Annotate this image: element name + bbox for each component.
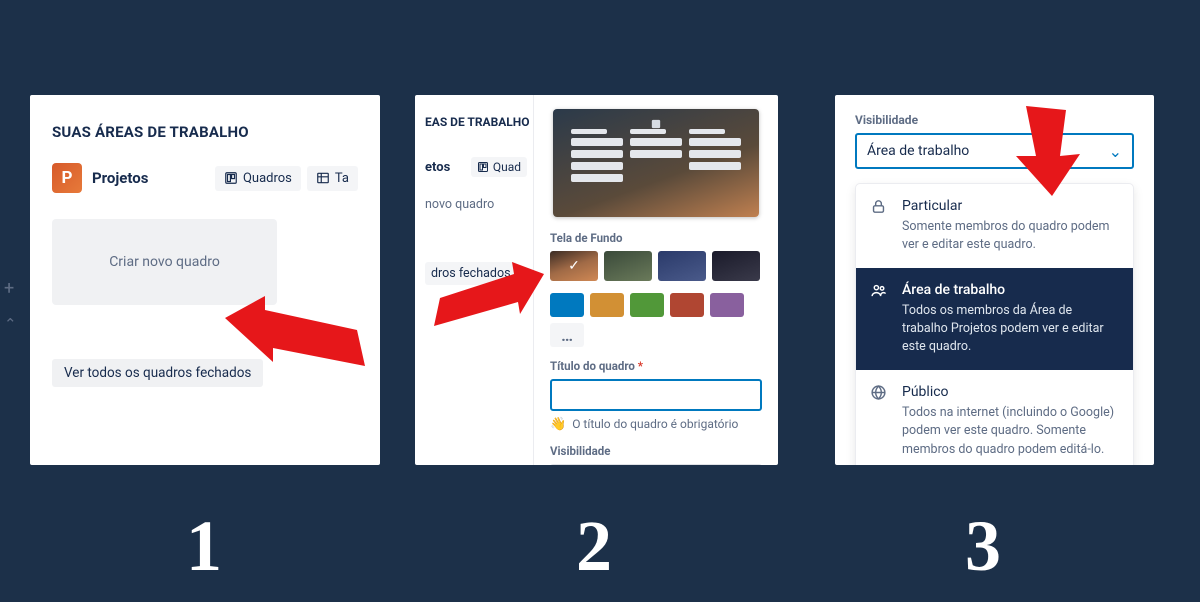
background-image-list	[550, 251, 762, 281]
wave-icon: 👋	[550, 417, 566, 432]
create-board-partial[interactable]: novo quadro	[425, 197, 527, 212]
step-number-2: 2	[576, 505, 612, 588]
chevron-down-icon: ⌄	[1109, 142, 1122, 161]
background-color-option[interactable]	[590, 293, 624, 317]
visibility-option-title: Área de trabalho	[902, 281, 1119, 300]
visibility-option-desc: Todos os membros da Área de trabalho Pro…	[902, 302, 1119, 356]
board-title-error: 👋 O título do quadro é obrigatório	[550, 417, 762, 432]
trello-icon	[477, 161, 489, 173]
visibility-select[interactable]: Área de trabalho ⌄	[550, 464, 762, 465]
background-color-option[interactable]	[710, 293, 744, 317]
background-more-button[interactable]: …	[550, 323, 584, 347]
tab-boards-partial[interactable]: Quad	[471, 157, 527, 177]
view-closed-boards-button[interactable]: Ver todos os quadros fechados	[52, 359, 263, 387]
background-color-list: …	[550, 293, 762, 347]
background-image-option[interactable]	[658, 251, 706, 281]
workspaces-heading: SUAS ÁREAS DE TRABALHO	[52, 123, 358, 141]
panel-workspaces: SUAS ÁREAS DE TRABALHO P Projetos Quadro…	[30, 95, 380, 465]
background-color-option[interactable]	[670, 293, 704, 317]
visibility-label: Visibilidade	[855, 113, 1134, 127]
closed-boards-partial[interactable]: dros fechados	[425, 262, 517, 285]
board-title-input[interactable]	[550, 379, 762, 411]
visibility-select-open[interactable]: Área de trabalho ⌄	[855, 133, 1134, 169]
panel2-left-context: EAS DE TRABALHO etos Quad novo quadro dr…	[415, 95, 533, 465]
workspace-name-partial: etos	[425, 160, 450, 175]
visibility-option-desc: Somente membros do quadro podem ver e ed…	[902, 218, 1119, 254]
workspaces-heading-partial: EAS DE TRABALHO	[425, 115, 527, 129]
globe-icon	[870, 383, 890, 458]
background-color-option[interactable]	[550, 293, 584, 317]
workspace-initial-icon: P	[52, 163, 82, 193]
trello-logo-icon	[650, 114, 662, 124]
lock-icon	[870, 197, 890, 254]
visibility-option-desc: Todos na internet (incluindo o Google) p…	[902, 404, 1119, 458]
panel-create-board: EAS DE TRABALHO etos Quad novo quadro dr…	[415, 95, 778, 465]
workspace-row: P Projetos Quadros Ta	[52, 163, 358, 193]
visibility-option-title: Particular	[902, 197, 1119, 216]
visibility-options-list: Particular Somente membros do quadro pode…	[855, 183, 1134, 465]
workspace-name: Projetos	[92, 169, 148, 187]
visibility-option-workspace[interactable]: Área de trabalho Todos os membros da Área…	[856, 268, 1133, 370]
background-image-option[interactable]	[604, 251, 652, 281]
create-board-tile[interactable]: Criar novo quadro	[52, 219, 277, 305]
people-icon	[870, 281, 890, 356]
background-label: Tela de Fundo	[550, 231, 762, 245]
tab-boards[interactable]: Quadros	[215, 166, 301, 191]
table-icon	[316, 171, 330, 185]
board-preview	[553, 109, 759, 217]
sidebar-chevron-icon[interactable]: ⌃	[4, 315, 17, 333]
visibility-option-title: Público	[902, 383, 1119, 402]
trello-icon	[224, 171, 238, 185]
visibility-option-private[interactable]: Particular Somente membros do quadro pode…	[856, 184, 1133, 268]
step-number-1: 1	[186, 505, 222, 588]
step-number-3: 3	[965, 505, 1001, 588]
visibility-option-public[interactable]: Público Todos na internet (incluindo o Go…	[856, 370, 1133, 465]
tab-tables-partial[interactable]: Ta	[307, 166, 358, 191]
background-color-option[interactable]	[630, 293, 664, 317]
background-image-option[interactable]	[712, 251, 760, 281]
board-title-label: Título do quadro *	[550, 359, 762, 373]
visibility-label: Visibilidade	[550, 444, 762, 458]
sidebar-plus-icon[interactable]: +	[4, 278, 14, 299]
create-board-popover: Tela de Fundo … Título do quadro * 👋 O t…	[533, 95, 778, 465]
panel-visibility-dropdown: Visibilidade Área de trabalho ⌄ Particul…	[835, 95, 1154, 465]
background-image-option[interactable]	[550, 251, 598, 281]
